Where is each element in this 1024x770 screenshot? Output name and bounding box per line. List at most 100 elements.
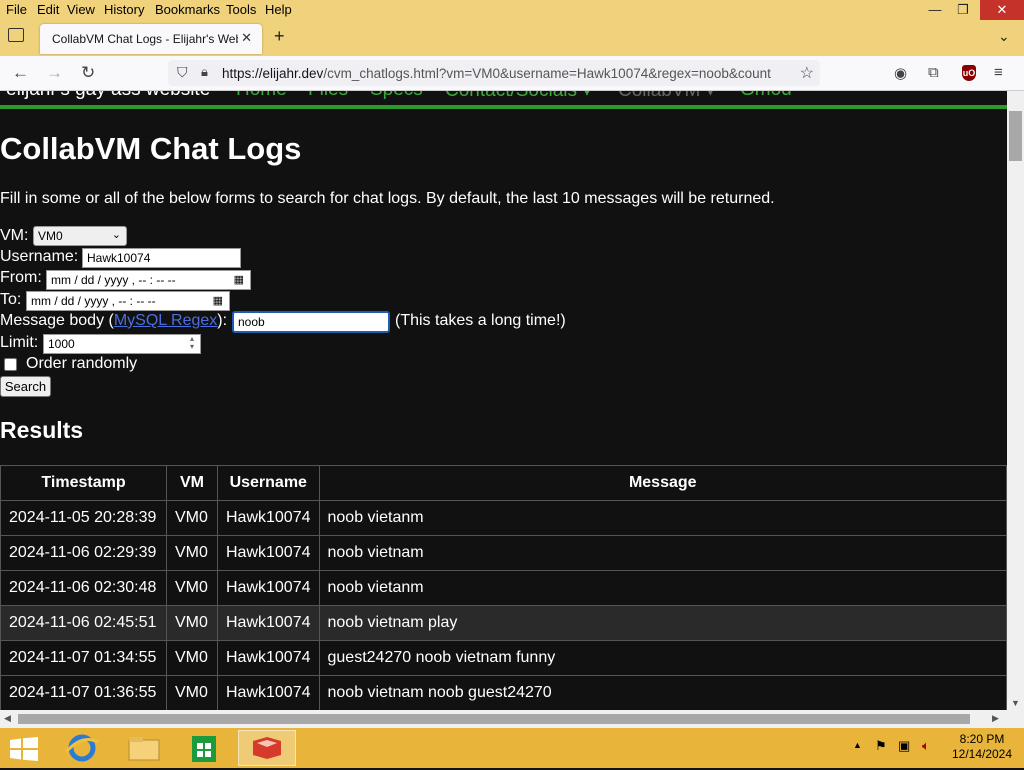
- firefox-view-icon[interactable]: [8, 28, 24, 42]
- nav-home[interactable]: Home: [236, 91, 287, 101]
- close-window-icon[interactable]: ✕: [980, 0, 1024, 20]
- cell-username: Hawk10074: [217, 500, 320, 536]
- cell-username: Hawk10074: [217, 605, 320, 641]
- table-row: 2024-11-07 01:34:55 VM0 Hawk10074 guest2…: [0, 640, 1007, 676]
- site-navigation: elijahr's gay ass website Home Files Spe…: [0, 91, 1007, 109]
- menu-view[interactable]: View: [67, 2, 95, 17]
- firefox-taskbar-icon[interactable]: [238, 730, 296, 766]
- message-label: Message body (MySQL Regex):: [0, 312, 227, 330]
- table-row: 2024-11-06 02:45:51 VM0 Hawk10074 noob v…: [0, 605, 1007, 641]
- new-tab-icon[interactable]: +: [274, 26, 285, 47]
- nav-contact-socials[interactable]: Contact/Socials ▾: [445, 91, 592, 102]
- bookmark-star-icon[interactable]: ☆: [800, 63, 814, 83]
- vm-select[interactable]: VM0 ⌄: [33, 226, 127, 246]
- nav-files[interactable]: Files: [308, 91, 348, 101]
- minimize-icon[interactable]: —: [920, 0, 950, 20]
- table-row: 2024-11-06 02:29:39 VM0 Hawk10074 noob v…: [0, 535, 1007, 571]
- horizontal-scroll-thumb[interactable]: [18, 714, 970, 724]
- cell-message: guest24270 noob vietnam funny: [318, 640, 1007, 676]
- browser-tab[interactable]: CollabVM Chat Logs - Elijahr's Web ✕: [40, 24, 262, 54]
- site-name[interactable]: elijahr's gay ass website: [6, 91, 210, 101]
- tab-close-icon[interactable]: ✕: [241, 30, 252, 46]
- cell-username: Hawk10074: [217, 675, 320, 710]
- clock-time: 8:20 PM: [959, 732, 1005, 746]
- from-datetime-input[interactable]: mm / dd / yyyy , -- : -- -- ▦: [46, 270, 251, 290]
- vm-label: VM:: [0, 227, 29, 244]
- limit-label: Limit:: [0, 334, 39, 351]
- lock-icon[interactable]: 🔒︎: [201, 64, 208, 80]
- menu-file[interactable]: File: [6, 2, 27, 17]
- cell-timestamp: 2024-11-06 02:30:48: [0, 570, 167, 606]
- show-hidden-icons-icon[interactable]: ▲: [853, 740, 862, 750]
- restore-icon[interactable]: ❐: [948, 0, 978, 20]
- order-randomly-checkbox[interactable]: [4, 358, 17, 371]
- system-clock[interactable]: 8:20 PM 12/14/2024: [944, 732, 1020, 762]
- cell-timestamp: 2024-11-06 02:29:39: [0, 535, 167, 571]
- hamburger-menu-icon[interactable]: ≡: [994, 64, 1003, 81]
- col-message: Message: [318, 465, 1007, 501]
- url-host: https://elijahr.dev: [222, 66, 324, 81]
- menu-tools[interactable]: Tools: [226, 2, 256, 17]
- to-datetime-input[interactable]: mm / dd / yyyy , -- : -- -- ▦: [26, 291, 230, 311]
- url-path: /cvm_chatlogs.html?vm=VM0&username=Hawk1…: [323, 66, 771, 81]
- nav-collabvm[interactable]: CollabVM ▾: [618, 91, 715, 102]
- cell-message: noob vietnam: [318, 535, 1007, 571]
- cell-message: noob vietnam noob guest24270: [318, 675, 1007, 710]
- cell-timestamp: 2024-11-06 02:45:51: [0, 605, 167, 641]
- message-regex-input[interactable]: noob: [232, 311, 390, 333]
- username-label: Username:: [0, 248, 79, 265]
- cell-username: Hawk10074: [217, 570, 320, 606]
- calendar-icon[interactable]: ▦: [213, 294, 223, 307]
- limit-input[interactable]: 1000 ▴ ▾: [43, 334, 201, 354]
- reload-icon[interactable]: ↻: [81, 63, 95, 83]
- menu-help[interactable]: Help: [265, 2, 292, 17]
- vm-select-value: VM0: [38, 229, 63, 243]
- volume-muted-icon[interactable]: 🔈︎: [922, 738, 930, 754]
- cell-timestamp: 2024-11-07 01:36:55: [0, 675, 167, 710]
- table-header-row: Timestamp VM Username Message: [0, 465, 1007, 501]
- username-input[interactable]: Hawk10074: [82, 248, 241, 268]
- account-icon[interactable]: ◉: [894, 64, 907, 82]
- menu-history[interactable]: History: [104, 2, 144, 17]
- cell-timestamp: 2024-11-05 20:28:39: [0, 500, 167, 536]
- stepper-arrows-icon[interactable]: ▴ ▾: [190, 335, 194, 351]
- vertical-scrollbar[interactable]: ▼: [1007, 91, 1024, 710]
- cell-vm: VM0: [166, 535, 218, 571]
- ublock-origin-icon[interactable]: uO: [962, 65, 976, 81]
- page-description: Fill in some or all of the below forms t…: [0, 190, 775, 207]
- tab-title: CollabVM Chat Logs - Elijahr's Web: [52, 32, 238, 46]
- mysql-regex-link[interactable]: MySQL Regex: [114, 312, 217, 329]
- search-button[interactable]: Search: [0, 376, 51, 397]
- cell-timestamp: 2024-11-07 01:34:55: [0, 640, 167, 676]
- vertical-scroll-thumb[interactable]: [1009, 111, 1022, 161]
- cell-message: noob vietanm: [318, 570, 1007, 606]
- navigation-toolbar: ← → ↻ ⛉ 🔒︎ https://elijahr.dev/cvm_chatl…: [0, 56, 1024, 91]
- menu-edit[interactable]: Edit: [37, 2, 59, 17]
- from-label: From:: [0, 269, 42, 286]
- message-note: (This takes a long time!): [395, 312, 566, 329]
- url-text[interactable]: https://elijahr.dev/cvm_chatlogs.html?vm…: [222, 66, 794, 81]
- cell-message: noob vietnam play: [318, 605, 1007, 641]
- url-bar[interactable]: ⛉ 🔒︎ https://elijahr.dev/cvm_chatlogs.ht…: [168, 60, 820, 86]
- horizontal-scrollbar[interactable]: ◀ ▶: [0, 710, 1024, 728]
- nav-gmod[interactable]: Gmod: [740, 91, 792, 101]
- action-center-flag-icon[interactable]: ⚑: [875, 738, 887, 754]
- scroll-left-arrow-icon[interactable]: ◀: [4, 713, 11, 724]
- extensions-icon[interactable]: ⧉: [928, 64, 939, 81]
- calendar-icon[interactable]: ▦: [234, 273, 244, 286]
- tracking-shield-icon[interactable]: ⛉: [177, 64, 188, 81]
- back-icon[interactable]: ←: [12, 63, 29, 83]
- scroll-down-arrow-icon[interactable]: ▼: [1011, 698, 1020, 708]
- start-button-icon[interactable]: [10, 737, 38, 761]
- results-table: Timestamp VM Username Message 2024-11-05…: [0, 465, 1007, 710]
- internet-explorer-icon[interactable]: [58, 732, 106, 764]
- menu-bookmarks[interactable]: Bookmarks: [155, 2, 220, 17]
- network-icon[interactable]: ▣: [898, 738, 910, 754]
- scroll-right-arrow-icon[interactable]: ▶: [992, 713, 999, 724]
- forward-icon[interactable]: →: [46, 63, 63, 83]
- file-explorer-icon[interactable]: [119, 732, 167, 764]
- store-icon[interactable]: [180, 732, 228, 764]
- limit-value: 1000: [48, 337, 75, 351]
- nav-specs[interactable]: Specs: [370, 91, 423, 101]
- list-all-tabs-icon[interactable]: ⌄: [998, 28, 1010, 45]
